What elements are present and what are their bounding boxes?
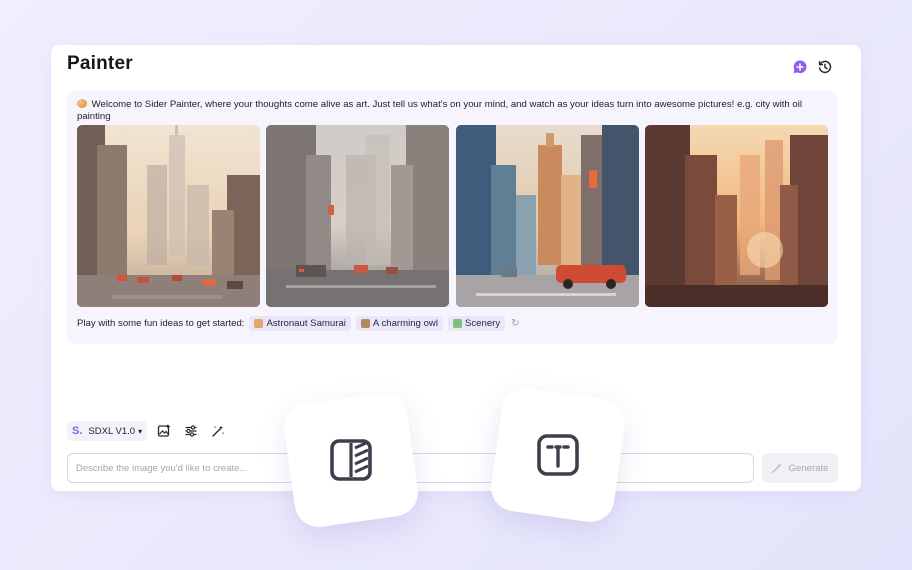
settings-sliders-icon[interactable] — [181, 421, 201, 441]
generate-button[interactable]: Generate — [762, 453, 838, 483]
idea-chip-label: Astronaut Samurai — [266, 317, 346, 329]
background-remover-card[interactable] — [280, 389, 422, 531]
composer-toolbar: S. SDXL V1.0 ▾ — [67, 421, 228, 441]
welcome-card: Welcome to Sider Painter, where your tho… — [67, 91, 838, 344]
samurai-icon — [254, 318, 264, 328]
palette-icon — [77, 99, 87, 108]
generate-wand-icon — [772, 463, 782, 473]
painter-window: Painter Welcome to Sider Painter, where … — [51, 45, 861, 491]
scenery-icon — [452, 318, 462, 328]
background-remover-icon — [330, 439, 372, 481]
owl-icon — [360, 318, 370, 328]
text-to-image-card[interactable] — [487, 384, 629, 526]
gallery-image-2[interactable] — [266, 125, 449, 307]
sdxl-logo-icon: S. — [72, 425, 83, 437]
generate-label: Generate — [788, 462, 829, 474]
history-icon[interactable] — [816, 58, 834, 76]
idea-chip-scenery[interactable]: Scenery — [447, 315, 506, 331]
gallery-image-3[interactable] — [456, 125, 639, 307]
model-label: SDXL V1.0 — [88, 425, 136, 437]
gallery-image-4[interactable] — [645, 125, 828, 307]
chevron-down-icon: ▾ — [138, 426, 143, 436]
idea-chip-label: A charming owl — [372, 317, 438, 329]
idea-chip-label: Scenery — [464, 317, 501, 329]
gallery-image-1[interactable] — [77, 125, 260, 307]
add-chat-icon[interactable] — [791, 58, 809, 76]
page-title: Painter — [67, 53, 133, 74]
idea-chip-astronaut-samurai[interactable]: Astronaut Samurai — [249, 315, 351, 331]
refresh-icon[interactable]: ↻ — [511, 318, 519, 329]
idea-chip-charming-owl[interactable]: A charming owl — [355, 315, 443, 331]
image-upload-icon[interactable] — [154, 421, 174, 441]
ideas-label: Play with some fun ideas to get started: — [77, 317, 245, 329]
model-selector[interactable]: S. SDXL V1.0 ▾ — [67, 421, 148, 441]
magic-wand-icon[interactable] — [208, 421, 228, 441]
text-to-image-icon — [537, 434, 579, 476]
welcome-message: Welcome to Sider Painter, where your tho… — [77, 99, 817, 123]
welcome-text: Welcome to Sider Painter, where your tho… — [77, 99, 803, 122]
ideas-row: Play with some fun ideas to get started:… — [77, 315, 520, 331]
